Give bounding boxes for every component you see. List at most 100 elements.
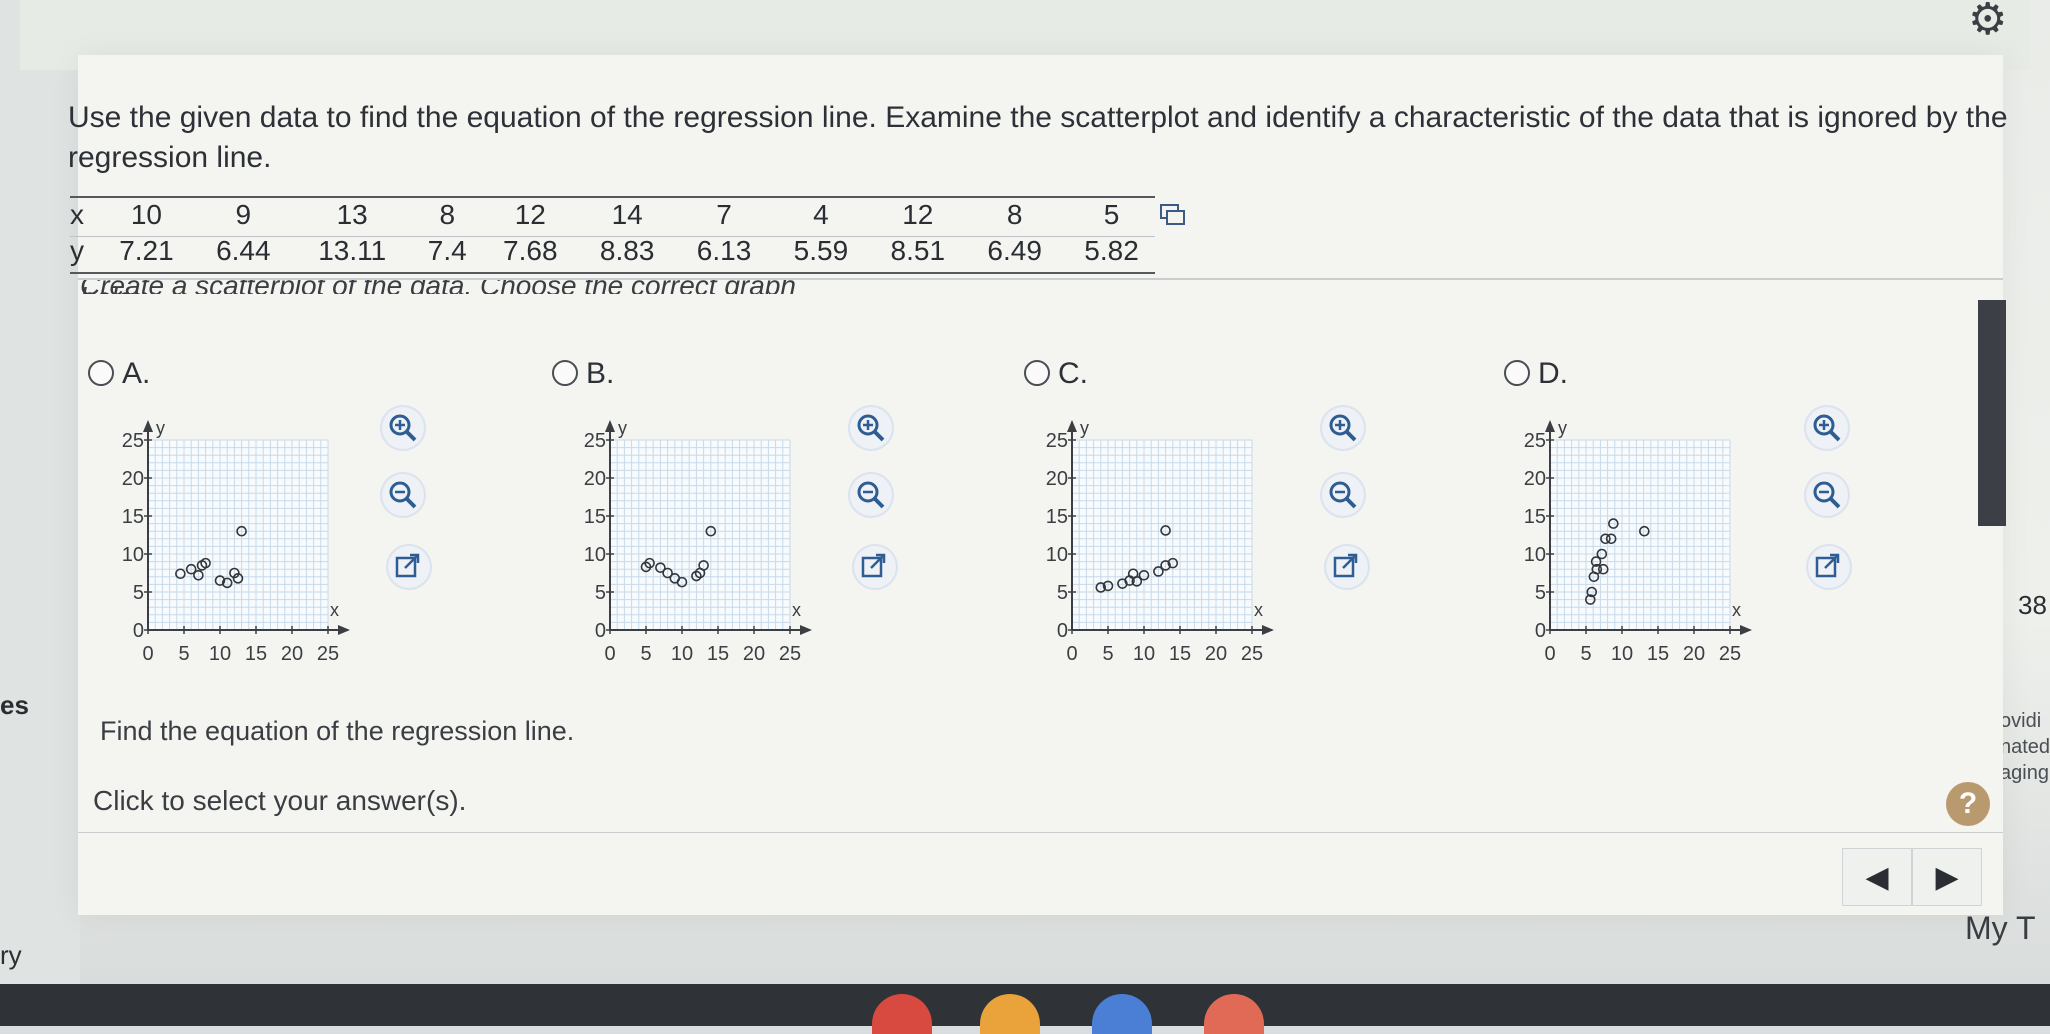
table-cell: 12 [902, 199, 934, 230]
scrollbar[interactable] [1978, 300, 2006, 526]
y-tick-label: 25 [1046, 430, 1068, 452]
zoom-in-button-a[interactable] [380, 405, 426, 451]
table-cell: 4 [813, 199, 829, 230]
zoom-out-icon [1329, 481, 1357, 509]
side-text-right-2a: ovidi [2000, 710, 2042, 732]
x-tick-label: 5 [178, 643, 189, 665]
scatter-graph-b[interactable]: y x 25 20 15 10 5 0 0 5 10 15 20 25 [570, 410, 830, 670]
open-new-window-button-d[interactable] [1806, 544, 1852, 590]
table-cell: 6.13 [696, 235, 752, 266]
zoom-out-button-a[interactable] [380, 472, 426, 518]
x-tick-label: 25 [779, 643, 801, 665]
gear-icon[interactable]: ⚙ [1968, 0, 2014, 42]
x-tick-label: 0 [1066, 643, 1077, 665]
data-table: x 10 9 13 8 12 14 7 4 12 8 5 y 7.21 6.44… [70, 197, 1160, 269]
x-tick-label: 20 [743, 643, 765, 665]
copy-table-icon[interactable] [1160, 204, 1186, 226]
radio-button-b[interactable] [552, 360, 578, 386]
table-cell: 13 [336, 199, 368, 230]
y-axis-label: y [618, 418, 627, 438]
table-row-x: x 10 9 13 8 12 14 7 4 12 8 5 [70, 197, 1160, 233]
help-button[interactable]: ? [1946, 782, 1990, 826]
question-instructions: Use the given data to find the equation … [68, 101, 2008, 174]
question-prompt: Find the equation of the regression line… [100, 716, 575, 746]
zoom-in-icon [857, 414, 885, 442]
x-tick-label: 0 [604, 643, 615, 665]
side-text-right-1: 38 [2018, 590, 2047, 620]
table-cell: 8 [439, 199, 456, 230]
y-axis-arrow [605, 420, 615, 432]
y-tick-label: 10 [122, 544, 144, 566]
scatter-graph-c[interactable]: y x 25 20 15 10 5 0 0 5 10 15 20 25 [1032, 410, 1292, 670]
table-cell: 5.59 [793, 235, 849, 266]
x-tick-label: 10 [1611, 643, 1633, 665]
table-cell: 7 [716, 199, 732, 230]
y-tick-label: 10 [1524, 544, 1546, 566]
table-cell: 5.82 [1084, 235, 1139, 266]
radio-button-a[interactable] [88, 360, 114, 386]
x-axis-arrow [1262, 625, 1274, 635]
x-tick-label: 20 [281, 643, 303, 665]
x-tick-label: 20 [1683, 643, 1705, 665]
screen: ⚙ es ry 38 ovidi nated aging My T Use th… [0, 0, 2050, 1034]
open-new-window-button-c[interactable] [1324, 544, 1370, 590]
scatter-graph-d[interactable]: y x 25 20 15 10 5 0 0 5 10 15 20 25 [1510, 410, 1770, 670]
zoom-out-button-c[interactable] [1320, 472, 1366, 518]
x-tick-label: 5 [640, 643, 651, 665]
table-cell: 7.4 [427, 235, 467, 266]
y-tick-label: 25 [584, 430, 606, 452]
x-tick-label: 25 [317, 643, 339, 665]
table-cell: 7.21 [119, 235, 174, 266]
next-button[interactable]: ▶ [1912, 848, 1982, 906]
y-axis-label: y [156, 418, 165, 438]
y-tick-label: 15 [584, 506, 606, 528]
x-tick-label: 5 [1102, 643, 1113, 665]
table-header-y: y [70, 235, 84, 266]
zoom-in-icon [1813, 414, 1841, 442]
previous-button[interactable]: ◀ [1842, 848, 1912, 906]
zoom-out-button-d[interactable] [1804, 472, 1850, 518]
zoom-in-button-b[interactable] [848, 405, 894, 451]
table-cell: 10 [130, 199, 163, 230]
open-new-window-button-b[interactable] [852, 544, 898, 590]
x-axis-label: x [1732, 600, 1741, 620]
table-cell: 5 [1103, 199, 1120, 230]
zoom-out-button-b[interactable] [848, 472, 894, 518]
x-tick-label: 15 [245, 643, 267, 665]
plot-area [1072, 440, 1252, 630]
y-tick-label: 15 [1524, 506, 1546, 528]
x-tick-label: 10 [671, 643, 693, 665]
y-tick-label: 0 [1535, 620, 1546, 642]
scatter-graph-a[interactable]: y x 25 20 15 10 5 0 0 5 10 15 20 25 [108, 410, 368, 670]
answer-prompt[interactable]: Click to select your answer(s). [93, 785, 466, 817]
radio-button-d[interactable] [1504, 360, 1530, 386]
y-tick-label: 25 [122, 430, 144, 452]
table-row-y: y 7.21 6.44 13.11 7.4 7.68 8.83 6.13 5.5… [70, 233, 1160, 269]
table-cell: 9 [235, 199, 252, 230]
x-axis-arrow [338, 625, 350, 635]
table-cell: 12 [514, 199, 546, 230]
table-cell: 8.83 [599, 235, 655, 266]
open-new-window-button-a[interactable] [386, 544, 432, 590]
y-axis-label: y [1080, 418, 1089, 438]
zoom-in-button-c[interactable] [1320, 405, 1366, 451]
option-label-b: B. [586, 357, 615, 390]
scatter-plot-svg: y x 25 20 15 10 5 00 5 10 15 20 25 [584, 418, 812, 665]
x-tick-label: 25 [1719, 643, 1741, 665]
zoom-in-button-d[interactable] [1804, 405, 1850, 451]
y-tick-label: 20 [1046, 468, 1068, 490]
option-label-c: C. [1058, 357, 1088, 390]
y-tick-label: 5 [595, 582, 606, 604]
zoom-out-icon [857, 481, 885, 509]
zoom-in-icon [389, 414, 417, 442]
scatter-plot-svg: y x 25 20 15 10 5 00 5 10 15 20 25 [122, 418, 350, 665]
y-tick-label: 5 [133, 582, 144, 604]
external-link-icon [1333, 553, 1358, 578]
table-header-x: x [70, 199, 84, 230]
radio-button-c[interactable] [1024, 360, 1050, 386]
side-text-right-3: My T [1965, 910, 2036, 946]
x-tick-label: 10 [1133, 643, 1155, 665]
x-tick-label: 10 [209, 643, 231, 665]
y-tick-label: 15 [122, 506, 144, 528]
external-link-icon [395, 553, 420, 578]
